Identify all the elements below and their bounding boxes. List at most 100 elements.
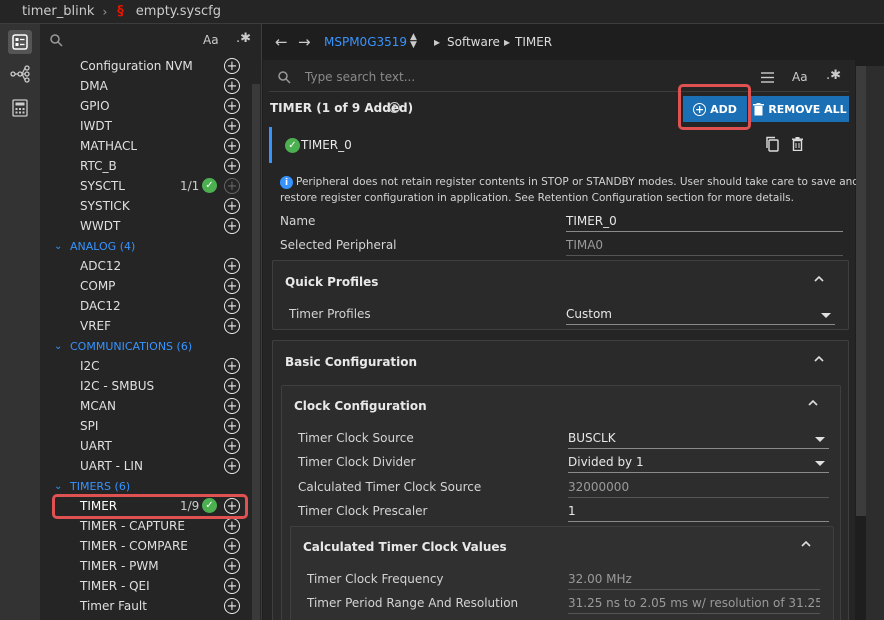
copy-icon[interactable] [765, 136, 779, 152]
add-module-icon[interactable]: + [224, 598, 240, 614]
file-name[interactable]: empty.syscfg [136, 4, 221, 19]
timer-clock-frequency-field[interactable]: 32.00 MHz [568, 572, 820, 590]
add-module-icon[interactable]: + [224, 358, 240, 374]
category-header[interactable]: ⌄ ANALOG (4) [40, 236, 250, 256]
timer-clock-divider-dropdown[interactable]: Divided by 1 [568, 455, 829, 473]
back-arrow-icon[interactable]: ← [275, 33, 288, 51]
module-label: VREF [80, 319, 112, 333]
module-label: DAC12 [80, 299, 121, 313]
basic-configuration-title[interactable]: Basic Configuration [285, 355, 417, 369]
match-case-icon[interactable]: Aa [203, 33, 219, 47]
module-list-item[interactable]: UART - LIN + [40, 456, 250, 476]
software-view-icon[interactable] [8, 30, 32, 54]
scrollbar[interactable] [252, 84, 260, 620]
module-list-item[interactable]: Configuration NVM + [40, 56, 250, 76]
module-list-item[interactable]: DAC12 + [40, 296, 250, 316]
chevron-down-icon[interactable]: ⌄ [54, 341, 62, 352]
module-list-item[interactable]: TIMER - CAPTURE + [40, 516, 250, 536]
module-list-item[interactable]: VREF + [40, 316, 250, 336]
add-module-icon[interactable]: + [224, 518, 240, 534]
module-list-item[interactable]: COMP + [40, 276, 250, 296]
regex-icon[interactable]: .✱ [236, 31, 251, 46]
chevron-up-icon[interactable] [808, 398, 818, 408]
module-list-item[interactable]: MCAN + [40, 396, 250, 416]
add-module-icon[interactable]: + [224, 58, 240, 74]
timer-clock-source-dropdown[interactable]: BUSCLK [568, 431, 829, 449]
add-module-icon[interactable]: + [224, 378, 240, 394]
tree-view-icon[interactable] [8, 62, 32, 86]
module-list-item[interactable]: MATHACL + [40, 136, 250, 156]
add-module-icon[interactable]: + [224, 138, 240, 154]
regex-icon[interactable]: .✱ [826, 68, 841, 83]
instance-name[interactable]: TIMER_0 [301, 138, 352, 152]
timer-profiles-dropdown[interactable]: Custom [566, 307, 835, 325]
name-input[interactable]: TIMER_0 [566, 214, 843, 232]
add-module-icon[interactable]: + [224, 458, 240, 474]
delete-icon[interactable] [792, 137, 803, 151]
device-selector[interactable]: MSPM0G3519 [324, 35, 407, 49]
module-list-item[interactable]: SPI + [40, 416, 250, 436]
module-list-item[interactable]: DMA + [40, 76, 250, 96]
module-list-item[interactable]: I2C + [40, 356, 250, 376]
module-list-item[interactable]: TIMER - COMPARE + [40, 536, 250, 556]
selected-peripheral-field[interactable]: TIMA0 [566, 238, 843, 256]
quick-profiles-title[interactable]: Quick Profiles [285, 275, 378, 289]
module-list-item[interactable]: UART + [40, 436, 250, 456]
module-list-item[interactable]: SYSCTL 1/1 ✓ + [40, 176, 250, 196]
module-list-item[interactable]: RTC_B + [40, 156, 250, 176]
add-module-icon[interactable]: + [224, 318, 240, 334]
module-list-item[interactable]: GPIO + [40, 96, 250, 116]
add-module-icon[interactable]: + [224, 178, 240, 194]
add-module-icon[interactable]: + [224, 398, 240, 414]
chevron-down-icon[interactable]: ⌄ [54, 481, 62, 492]
scrollbar[interactable] [856, 66, 866, 516]
match-case-icon[interactable]: Aa [792, 70, 808, 84]
chevron-up-icon[interactable] [801, 539, 811, 549]
add-module-icon[interactable]: + [224, 538, 240, 554]
module-list-item[interactable]: TIMER - QEI + [40, 576, 250, 596]
add-module-icon[interactable]: + [224, 558, 240, 574]
category-header[interactable]: ⌄ TIMERS (6) [40, 476, 250, 496]
add-module-icon[interactable]: + [224, 218, 240, 234]
calculated-clock-values-title[interactable]: Calculated Timer Clock Values [303, 540, 507, 554]
add-module-icon[interactable]: + [224, 258, 240, 274]
breadcrumb-software[interactable]: Software [447, 35, 500, 49]
module-list-item[interactable]: Timer Fault + [40, 596, 250, 616]
module-label: TIMER - COMPARE [80, 539, 188, 553]
module-label: I2C - SMBUS [80, 379, 155, 393]
add-module-icon[interactable]: + [224, 438, 240, 454]
module-list-item[interactable]: WWDT + [40, 216, 250, 236]
module-label: SYSTICK [80, 199, 130, 213]
module-list-item[interactable]: ADC12 + [40, 256, 250, 276]
timer-period-range-field[interactable]: 31.25 ns to 2.05 ms w/ resolution of 31.… [568, 596, 820, 614]
chevron-down-icon[interactable]: ⌄ [54, 241, 62, 252]
module-list-item[interactable]: I2C - SMBUS + [40, 376, 250, 396]
add-module-icon[interactable]: + [224, 278, 240, 294]
remove-all-button[interactable]: REMOVE ALL [751, 96, 849, 122]
add-module-icon[interactable]: + [224, 158, 240, 174]
category-header[interactable]: ⌄ COMMUNICATIONS (6) [40, 336, 250, 356]
chevron-up-icon[interactable] [814, 354, 824, 364]
calculated-timer-clock-source-field[interactable]: 32000000 [568, 480, 829, 498]
forward-arrow-icon[interactable]: → [298, 33, 311, 51]
module-search-bar[interactable]: Aa .✱ [40, 24, 262, 58]
list-view-icon[interactable] [761, 72, 774, 83]
clock-configuration-title[interactable]: Clock Configuration [294, 399, 427, 413]
timer-clock-prescaler-input[interactable]: 1 [568, 504, 829, 522]
add-module-icon[interactable]: + [224, 298, 240, 314]
add-module-icon[interactable]: + [224, 198, 240, 214]
add-module-icon[interactable]: + [224, 578, 240, 594]
add-module-icon[interactable]: + [224, 78, 240, 94]
add-module-icon[interactable]: + [224, 418, 240, 434]
add-module-icon[interactable]: + [224, 98, 240, 114]
add-module-icon[interactable]: + [224, 118, 240, 134]
module-list-item[interactable]: TIMER - PWM + [40, 556, 250, 576]
help-icon[interactable]: ? [389, 102, 400, 113]
chevron-up-icon[interactable] [814, 274, 824, 284]
config-search-bar[interactable]: Type search text... Aa .✱ [269, 62, 849, 92]
calculator-icon[interactable] [8, 96, 32, 120]
device-select-caret-icon[interactable]: ▲ ▼ [410, 33, 417, 50]
module-list-item[interactable]: SYSTICK + [40, 196, 250, 216]
module-list-item[interactable]: IWDT + [40, 116, 250, 136]
project-name[interactable]: timer_blink [22, 4, 94, 19]
